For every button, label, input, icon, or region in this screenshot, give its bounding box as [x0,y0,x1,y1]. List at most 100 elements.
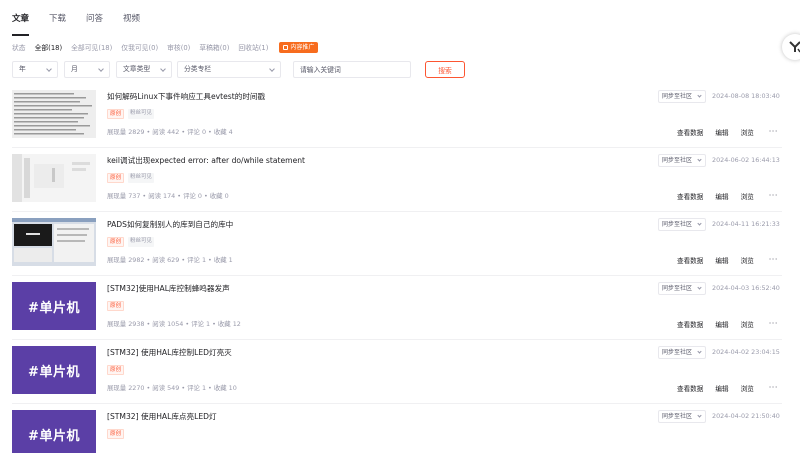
chevron-down-icon [697,157,702,162]
filter-all[interactable]: 全部(18) [35,43,63,53]
article-thumbnail[interactable] [12,218,96,266]
content-promotion-button[interactable]: 内容推广 [279,42,319,53]
edit-link[interactable]: 编辑 [715,255,728,265]
article-thumbnail[interactable]: #单片机 [12,346,96,394]
tab-downloads[interactable]: 下载 [49,13,66,29]
sync-community-select[interactable]: 同步至社区 [658,346,706,359]
column-select[interactable]: 分类专栏 [177,61,281,78]
thumbnail-tag-text: #单片机 [28,364,80,380]
floating-assistant-icon[interactable] [782,34,800,60]
article-badges: 原创 [107,429,125,439]
sync-community-select[interactable]: 同步至社区 [658,154,706,167]
code-editor-thumbnail [12,154,96,202]
filter-review[interactable]: 审核(0) [167,43,190,53]
filter-public[interactable]: 全部可见(18) [71,43,112,53]
more-options-icon[interactable]: ··· [769,192,778,200]
view-data-link[interactable]: 查看数据 [677,255,703,265]
original-badge: 原创 [107,109,125,119]
sync-community-select[interactable]: 同步至社区 [658,90,706,103]
article-title[interactable]: keil调试出现expected error: after do/while s… [107,155,305,166]
view-data-link[interactable]: 查看数据 [677,191,703,201]
tab-videos[interactable]: 视频 [123,13,140,29]
chevron-down-icon [697,349,702,354]
tab-articles[interactable]: 文章 [12,13,30,36]
article-type-value: 文章类型 [123,65,151,73]
article-stats: 展现量 737 • 阅读 174 • 评论 0 • 收藏 0 [107,192,229,200]
chevron-down-icon [697,221,702,226]
sync-label: 同步至社区 [662,285,693,292]
more-options-icon[interactable]: ··· [769,256,778,264]
sync-label: 同步至社区 [662,349,693,356]
original-badge: 原创 [107,301,125,311]
article-thumbnail[interactable]: #单片机 [12,282,96,330]
more-options-icon[interactable]: ··· [769,128,778,136]
filter-label-status: 状态 [12,43,26,52]
article-title[interactable]: [STM32]使用HAL库控制蜂鸣器发声 [107,283,230,294]
article-thumbnail[interactable] [12,154,96,202]
edit-link[interactable]: 编辑 [715,383,728,393]
article-actions: 查看数据 编辑 浏览 ··· [677,127,778,138]
visibility-badge: 粉丝可见 [128,173,155,183]
browse-link[interactable]: 浏览 [741,127,754,137]
article-date: 2024-04-02 21:50:40 [712,412,780,420]
view-data-link[interactable]: 查看数据 [677,383,703,393]
sync-community-select[interactable]: 同步至社区 [658,218,706,231]
article-row: #单片机 [STM32] 使用HAL库控制LED灯亮灭 原创 展现量 2270 … [12,340,782,404]
filter-drafts[interactable]: 草稿箱(0) [199,43,229,53]
keyword-input[interactable] [293,61,411,78]
article-date: 2024-04-02 23:04:15 [712,348,780,356]
article-thumbnail[interactable]: #单片机 [12,410,96,453]
article-row: 如何解码Linux下事件响应工具evtest的时间戳 原创 粉丝可见 展现量 2… [12,84,782,148]
tab-qa[interactable]: 问答 [86,13,103,29]
article-actions: 查看数据 编辑 浏览 ··· [677,255,778,266]
month-select[interactable]: 月 [64,61,110,78]
view-data-link[interactable]: 查看数据 [677,319,703,329]
article-thumbnail[interactable] [12,90,96,138]
thumbnail-tag-text: #单片机 [28,300,80,316]
article-title[interactable]: 如何解码Linux下事件响应工具evtest的时间戳 [107,91,265,102]
chevron-down-icon [46,66,52,72]
filter-private[interactable]: 仅我可见(0) [121,43,158,53]
article-badges: 原创 粉丝可见 [107,109,155,119]
original-badge: 原创 [107,237,125,247]
article-stats: 展现量 2829 • 阅读 442 • 评论 0 • 收藏 4 [107,128,233,136]
sync-label: 同步至社区 [662,221,693,228]
filter-trash[interactable]: 回收站(1) [238,43,268,53]
original-badge: 原创 [107,365,125,375]
article-title[interactable]: [STM32] 使用HAL库点亮LED灯 [107,411,217,422]
chevron-down-icon [98,66,104,72]
article-row: #单片机 [STM32]使用HAL库控制蜂鸣器发声 原创 展现量 2938 • … [12,276,782,340]
content-type-tabs: 文章 下载 问答 视频 [12,13,140,36]
article-date: 2024-04-03 16:52:40 [712,284,780,292]
browse-link[interactable]: 浏览 [741,255,754,265]
article-title[interactable]: PADS如何复制别人的库到自己的库中 [107,219,233,230]
sync-label: 同步至社区 [662,157,693,164]
browse-link[interactable]: 浏览 [741,319,754,329]
thumbnail-tag-text: #单片机 [28,428,80,444]
more-options-icon[interactable]: ··· [769,384,778,392]
promo-icon [283,45,289,50]
article-title[interactable]: [STM32] 使用HAL库控制LED灯亮灭 [107,347,232,358]
article-row: keil调试出现expected error: after do/while s… [12,148,782,212]
article-actions: 查看数据 编辑 浏览 ··· [677,383,778,394]
search-button[interactable]: 搜索 [425,61,465,78]
edit-link[interactable]: 编辑 [715,127,728,137]
article-stats: 展现量 2270 • 阅读 549 • 评论 1 • 收藏 10 [107,384,237,392]
column-select-value: 分类专栏 [184,65,212,73]
article-stats: 展现量 2982 • 阅读 629 • 评论 1 • 收藏 1 [107,256,233,264]
view-data-link[interactable]: 查看数据 [677,127,703,137]
article-date: 2024-06-02 16:44:13 [712,156,780,164]
edit-link[interactable]: 编辑 [715,191,728,201]
article-type-select[interactable]: 文章类型 [116,61,172,78]
year-select[interactable]: 年 [12,61,58,78]
article-row: PADS如何复制别人的库到自己的库中 原创 粉丝可见 展现量 2982 • 阅读… [12,212,782,276]
article-badges: 原创 [107,365,125,375]
sync-community-select[interactable]: 同步至社区 [658,410,706,423]
browse-link[interactable]: 浏览 [741,383,754,393]
more-options-icon[interactable]: ··· [769,320,778,328]
sync-label: 同步至社区 [662,93,693,100]
visibility-badge: 粉丝可见 [128,237,155,247]
edit-link[interactable]: 编辑 [715,319,728,329]
browse-link[interactable]: 浏览 [741,191,754,201]
sync-community-select[interactable]: 同步至社区 [658,282,706,295]
